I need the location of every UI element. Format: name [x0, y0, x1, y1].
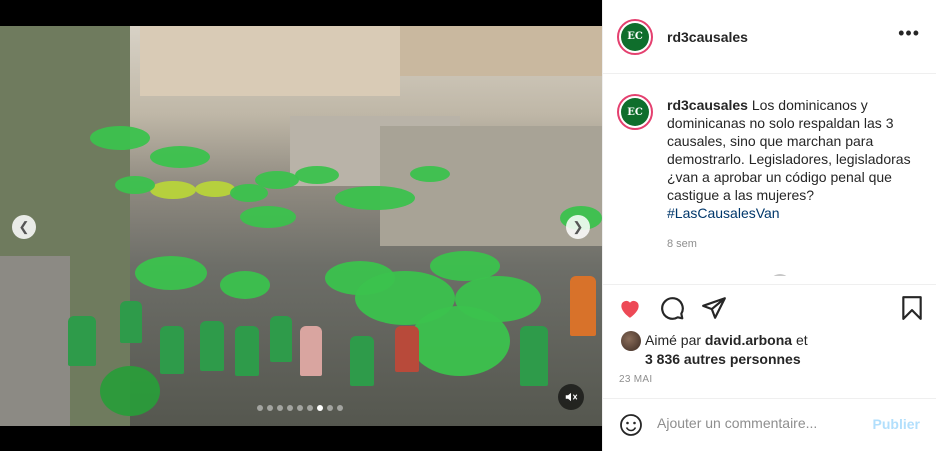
caption-timestamp[interactable]: 8 sem [667, 238, 697, 250]
post-date[interactable]: 23 MAI [619, 374, 652, 385]
likes-suffix: et [792, 332, 808, 348]
heart-icon [621, 300, 639, 318]
caption-text: rd3causales Los dominicanos y dominicana… [667, 96, 922, 222]
carousel-dot [267, 405, 273, 411]
comment-button[interactable] [659, 295, 685, 321]
carousel-dot [307, 405, 313, 411]
carousel-indicator [257, 405, 343, 411]
post-details-panel: EC rd3causales ••• EC rd3causales Los do… [602, 0, 936, 451]
muted-speaker-icon [565, 392, 578, 402]
emoji-icon [620, 414, 642, 436]
post-actions: Aimé par david.arbona et 3 836 autres pe… [603, 284, 936, 397]
share-button[interactable] [701, 295, 727, 321]
carousel-dot [257, 405, 263, 411]
mute-toggle-button[interactable] [558, 384, 584, 410]
caption-hashtag-link[interactable]: #LasCausalesVan [667, 205, 780, 221]
likes-prefix: Aimé par [645, 332, 705, 348]
liker-username[interactable]: david.arbona [705, 332, 792, 348]
bookmark-icon [902, 296, 922, 320]
carousel-dot [287, 405, 293, 411]
emoji-button[interactable] [619, 413, 643, 442]
more-options-icon[interactable]: ••• [898, 24, 920, 42]
caption-username[interactable]: rd3causales [667, 97, 748, 113]
chevron-left-icon: ❮ [18, 219, 30, 234]
chevron-right-icon: ❯ [572, 219, 584, 234]
author-username[interactable]: rd3causales [667, 29, 748, 45]
save-button[interactable] [899, 295, 925, 321]
caption-author-avatar[interactable]: EC [617, 94, 653, 130]
avatar-initials: EC [621, 98, 649, 126]
carousel-dot-active [317, 405, 323, 411]
comment-bar: Ajouter un commentaire... Publier [603, 398, 936, 452]
post-media[interactable]: ❮ ❯ [0, 0, 602, 451]
video-frame[interactable] [0, 26, 602, 426]
avatar-initials: EC [621, 22, 649, 51]
next-slide-button[interactable]: ❯ [566, 215, 590, 239]
post-header: EC rd3causales ••• [603, 0, 936, 74]
action-bar [617, 295, 922, 323]
comment-icon [661, 297, 684, 320]
author-avatar[interactable]: EC [617, 18, 653, 55]
carousel-dot [327, 405, 333, 411]
caption-section: EC rd3causales Los dominicanos y dominic… [617, 86, 922, 276]
likes-others-link[interactable]: 3 836 autres personnes [645, 351, 801, 367]
liker-avatar[interactable] [621, 331, 641, 351]
carousel-dot [337, 405, 343, 411]
carousel-dot [277, 405, 283, 411]
previous-slide-button[interactable]: ❮ [12, 215, 36, 239]
loading-icon [769, 274, 791, 276]
publish-button[interactable]: Publier [873, 416, 920, 432]
paper-plane-icon [702, 297, 726, 319]
likes-text: Aimé par david.arbona et 3 836 autres pe… [645, 331, 808, 369]
comment-input[interactable]: Ajouter un commentaire... [657, 415, 857, 431]
like-button[interactable] [617, 295, 643, 321]
carousel-dot [297, 405, 303, 411]
